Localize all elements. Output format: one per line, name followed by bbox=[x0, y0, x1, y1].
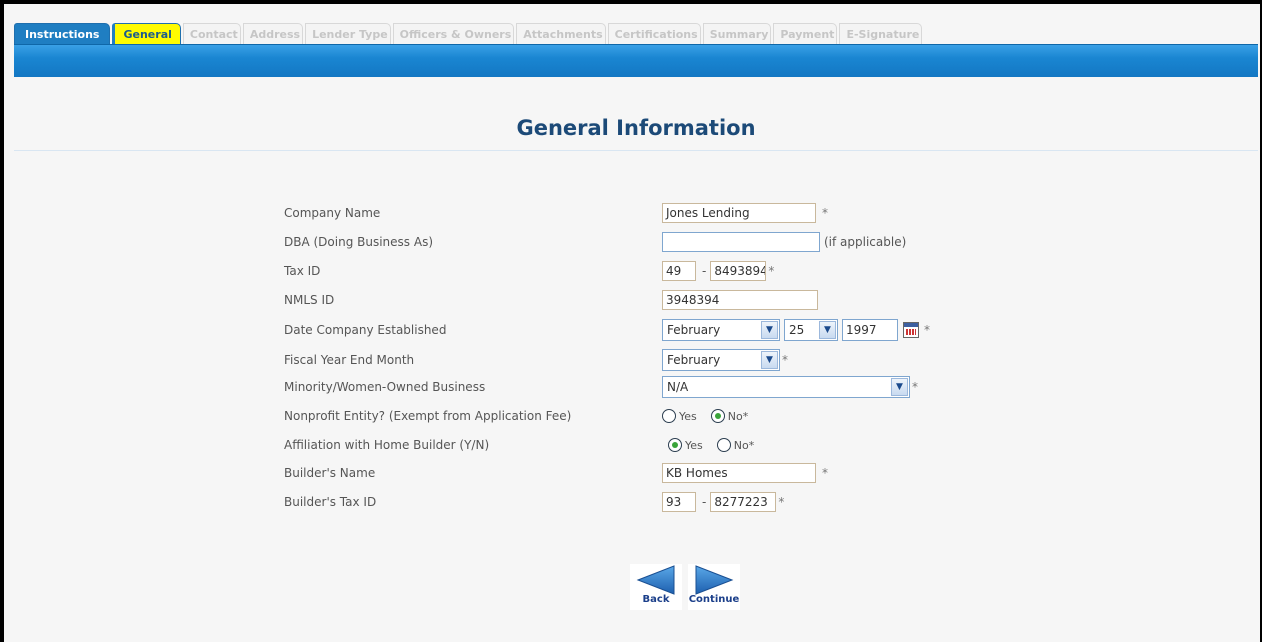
row-date-established: Date Company Established February ▼ 25 ▼… bbox=[284, 319, 984, 341]
established-year-input[interactable]: 1997 bbox=[842, 319, 898, 341]
tab-attachments: Attachments bbox=[516, 23, 606, 45]
continue-label: Continue bbox=[688, 594, 740, 605]
chevron-down-icon: ▼ bbox=[761, 351, 778, 369]
tax-id-prefix-input[interactable]: 49 bbox=[662, 261, 696, 281]
nmls-id-input[interactable]: 3948394 bbox=[662, 290, 818, 310]
affiliation-yes-label: Yes bbox=[685, 438, 703, 452]
row-minority-owned: Minority/Women-Owned Business N/A ▼ * bbox=[284, 376, 984, 398]
required-marker: * bbox=[822, 466, 828, 480]
established-month-select[interactable]: February ▼ bbox=[662, 319, 780, 341]
dba-hint: (if applicable) bbox=[824, 235, 907, 249]
row-fiscal-year-end: Fiscal Year End Month February ▼ * bbox=[284, 349, 984, 371]
nonprofit-yes-radio[interactable] bbox=[662, 409, 676, 423]
affiliation-no-label: No* bbox=[733, 438, 755, 452]
tab-instructions[interactable]: Instructions bbox=[14, 23, 111, 45]
left-arrow-icon bbox=[636, 565, 675, 595]
nonprofit-yes-label: Yes bbox=[679, 409, 697, 423]
nmls-id-label: NMLS ID bbox=[284, 293, 335, 307]
row-builder-name: Builder's Name KB Homes * bbox=[284, 462, 984, 484]
row-nonprofit: Nonprofit Entity? (Exempt from Applicati… bbox=[284, 405, 984, 427]
dba-label: DBA (Doing Business As) bbox=[284, 235, 434, 249]
row-tax-id: Tax ID 49 - 8493894 * bbox=[284, 260, 984, 282]
company-name-input[interactable]: Jones Lending bbox=[662, 203, 816, 223]
tab-certifications: Certifications bbox=[607, 23, 701, 45]
fiscal-year-end-label: Fiscal Year End Month bbox=[284, 353, 415, 367]
tab-officers-owners: Officers & Owners bbox=[392, 23, 515, 45]
required-marker: * bbox=[782, 353, 788, 367]
tab-e-signature: E-Signature bbox=[839, 23, 923, 45]
affiliation-no-radio[interactable] bbox=[716, 438, 731, 452]
continue-button[interactable]: Continue bbox=[688, 564, 740, 610]
row-affiliation: Affiliation with Home Builder (Y/N) Yes … bbox=[284, 434, 984, 456]
builder-tax-id-separator: - bbox=[702, 495, 707, 509]
affiliation-label: Affiliation with Home Builder (Y/N) bbox=[284, 438, 490, 452]
tab-contact: Contact bbox=[182, 23, 241, 45]
tax-id-suffix-input[interactable]: 8493894 bbox=[710, 261, 767, 281]
established-day-select[interactable]: 25 ▼ bbox=[784, 319, 838, 341]
row-nmls-id: NMLS ID 3948394 bbox=[284, 289, 984, 311]
nonprofit-no-radio[interactable] bbox=[710, 409, 725, 423]
row-dba: DBA (Doing Business As) (if applicable) bbox=[284, 231, 984, 253]
nonprofit-label: Nonprofit Entity? (Exempt from Applicati… bbox=[284, 409, 572, 423]
dba-input[interactable] bbox=[662, 232, 820, 252]
affiliation-yes-radio[interactable] bbox=[668, 438, 682, 452]
tab-address: Address bbox=[242, 23, 304, 45]
builder-name-input[interactable]: KB Homes bbox=[662, 463, 816, 483]
back-button[interactable]: Back bbox=[630, 564, 682, 610]
fiscal-month-value: February bbox=[667, 353, 721, 367]
right-arrow-icon bbox=[695, 565, 734, 595]
calendar-icon[interactable] bbox=[903, 322, 919, 338]
minority-owned-label: Minority/Women-Owned Business bbox=[284, 380, 486, 394]
company-name-label: Company Name bbox=[284, 206, 381, 220]
page-title: General Information bbox=[516, 116, 756, 140]
tab-lender-type: Lender Type bbox=[305, 23, 391, 45]
tab-payment: Payment bbox=[773, 23, 838, 45]
row-company-name: Company Name Jones Lending * bbox=[284, 202, 984, 224]
established-month-value: February bbox=[667, 323, 721, 337]
builder-tax-id-suffix-input[interactable]: 8277223 bbox=[710, 492, 777, 512]
established-day-value: 25 bbox=[789, 323, 805, 337]
required-marker: * bbox=[924, 323, 930, 337]
minority-owned-select[interactable]: N/A ▼ bbox=[662, 376, 910, 398]
fiscal-month-select[interactable]: February ▼ bbox=[662, 349, 780, 371]
minority-owned-value: N/A bbox=[667, 380, 689, 394]
header-band bbox=[14, 44, 1258, 77]
builder-name-label: Builder's Name bbox=[284, 466, 376, 480]
nonprofit-no-label: No* bbox=[727, 409, 749, 423]
radio-selected-dot bbox=[672, 442, 678, 448]
builder-tax-id-prefix-input[interactable]: 93 bbox=[662, 492, 696, 512]
tab-summary: Summary bbox=[702, 23, 772, 45]
chevron-down-icon: ▼ bbox=[819, 321, 836, 339]
title-divider bbox=[14, 150, 1258, 151]
tab-general[interactable]: General bbox=[112, 23, 181, 45]
tax-id-separator: - bbox=[702, 264, 707, 278]
required-marker: * bbox=[912, 380, 918, 394]
chevron-down-icon: ▼ bbox=[891, 378, 908, 396]
back-label: Back bbox=[642, 594, 670, 605]
app-frame: Instructions General Contact Address Len… bbox=[0, 0, 1262, 642]
required-marker: * bbox=[778, 495, 785, 509]
row-builder-tax-id: Builder's Tax ID 93 - 8277223 * bbox=[284, 491, 984, 513]
tab-bar: Instructions General Contact Address Len… bbox=[14, 18, 923, 45]
nav-buttons: Back Continue bbox=[630, 564, 740, 610]
required-marker: * bbox=[768, 264, 775, 278]
date-established-label: Date Company Established bbox=[284, 323, 447, 337]
required-marker: * bbox=[822, 206, 828, 220]
tax-id-label: Tax ID bbox=[284, 264, 321, 278]
chevron-down-icon: ▼ bbox=[761, 321, 778, 339]
builder-tax-id-label: Builder's Tax ID bbox=[284, 495, 377, 509]
radio-selected-dot bbox=[714, 413, 721, 419]
